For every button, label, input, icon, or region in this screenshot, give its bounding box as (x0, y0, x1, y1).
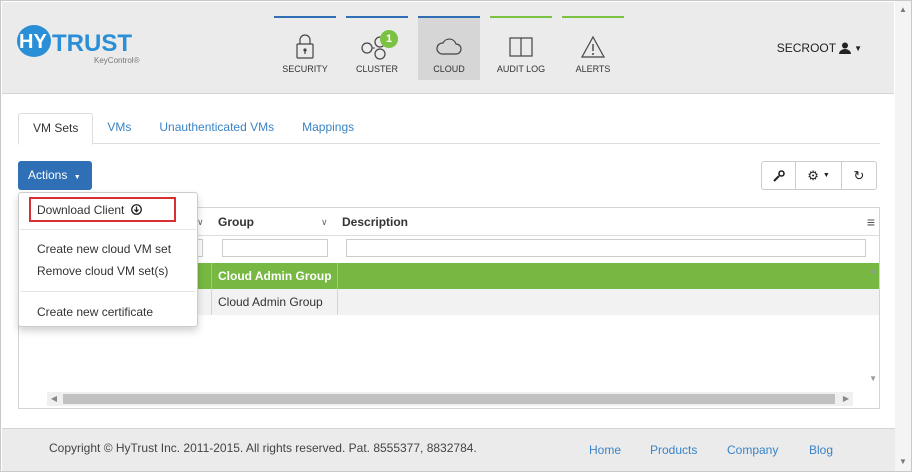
settings-button[interactable]: ⚙ ▼ (796, 162, 842, 189)
logo-subtitle: KeyControl® (94, 56, 140, 65)
scroll-down-icon[interactable]: ▼ (869, 374, 877, 383)
caret-down-icon: ▼ (822, 172, 830, 179)
group-filter-input[interactable] (222, 239, 328, 257)
menu-item-label: Download Client (37, 203, 125, 217)
svg-text:HY: HY (19, 31, 47, 53)
scroll-up-icon[interactable]: ▲ (869, 266, 877, 275)
nav-indicator (490, 16, 552, 18)
menu-item-create-vm-set[interactable]: Create new cloud VM set (37, 242, 171, 256)
column-divider (337, 263, 338, 289)
column-header-description[interactable]: Description (342, 208, 408, 236)
footer-link-products[interactable]: Products (650, 443, 697, 457)
user-menu[interactable]: SECROOT ▼ (777, 41, 862, 55)
menu-item-create-certificate[interactable]: Create new certificate (37, 305, 153, 319)
wrench-icon (772, 169, 785, 182)
tab-bar: VM Sets VMs Unauthenticated VMs Mappings (18, 113, 880, 145)
footer-link-home[interactable]: Home (589, 443, 621, 457)
hytrust-logo-mark: HY TRUST (17, 25, 132, 57)
nav-security-label: SECURITY (282, 64, 328, 74)
group-cell: Cloud Admin Group (218, 295, 323, 309)
svg-text:TRUST: TRUST (52, 30, 132, 57)
footer: Copyright © HyTrust Inc. 2011-2015. All … (2, 428, 896, 471)
group-cell: Cloud Admin Group (218, 269, 332, 283)
lock-icon (274, 34, 336, 60)
actions-label: Actions (28, 168, 68, 182)
column-divider (337, 289, 338, 315)
wrench-button[interactable] (762, 162, 796, 189)
cluster-icon (346, 34, 408, 60)
column-header-group[interactable]: Group (218, 208, 254, 236)
grid-toolbar: ⚙ ▼ ↻ (761, 161, 877, 190)
scroll-down-icon[interactable]: ▼ (899, 457, 907, 466)
page-scrollbar[interactable]: ▲ ▼ (895, 1, 911, 471)
cloud-icon (418, 34, 480, 60)
horizontal-scrollbar[interactable]: ◀ ▶ (47, 392, 853, 406)
scroll-left-icon[interactable]: ◀ (47, 392, 61, 406)
nav-audit-log-label: AUDIT LOG (496, 64, 546, 74)
tab-vm-sets[interactable]: VM Sets (18, 113, 94, 145)
footer-link-blog[interactable]: Blog (809, 443, 833, 457)
nav-indicator (562, 16, 624, 18)
scroll-right-icon[interactable]: ▶ (839, 392, 853, 406)
actions-button[interactable]: Actions ▼ (18, 161, 92, 190)
sort-icon[interactable]: ∨ (321, 208, 328, 236)
download-icon (130, 204, 142, 215)
nav-cluster[interactable]: 1 CLUSTER (346, 16, 408, 80)
user-icon (839, 42, 852, 54)
nav-cloud[interactable]: CLOUD (418, 16, 480, 80)
column-menu-icon[interactable]: ≡ (867, 208, 875, 236)
nav-indicator (418, 16, 480, 18)
nav-alerts[interactable]: ALERTS (562, 16, 624, 80)
nav-alerts-label: ALERTS (575, 64, 611, 74)
nav-security[interactable]: SECURITY (274, 16, 336, 80)
app-window: HY TRUST KeyControl® SECURITY 1 CLUSTER (0, 0, 912, 472)
refresh-button[interactable]: ↻ (842, 162, 876, 189)
column-divider (211, 289, 212, 315)
tab-mappings[interactable]: Mappings (288, 113, 368, 144)
header: HY TRUST KeyControl® SECURITY 1 CLUSTER (2, 2, 894, 94)
main-nav: SECURITY 1 CLUSTER CLOUD AUDIT LOG ALERT… (274, 16, 634, 80)
nav-indicator (274, 16, 336, 18)
actions-dropdown-menu: Download Client Create new cloud VM set … (18, 192, 198, 327)
nav-indicator (346, 16, 408, 18)
tab-vms[interactable]: VMs (93, 113, 145, 144)
scroll-up-icon[interactable]: ▲ (899, 5, 907, 14)
description-filter-input[interactable] (346, 239, 866, 257)
book-icon (490, 34, 552, 60)
refresh-icon: ↻ (853, 167, 865, 183)
nav-cluster-label: CLUSTER (355, 64, 398, 74)
scrollbar-thumb[interactable] (63, 394, 835, 404)
warning-icon (562, 34, 624, 60)
menu-item-remove-vm-set[interactable]: Remove cloud VM set(s) (37, 264, 168, 278)
menu-divider (20, 291, 196, 292)
menu-item-download-client[interactable]: Download Client (37, 203, 142, 217)
column-divider (211, 263, 212, 289)
gear-icon: ⚙ (807, 167, 819, 183)
menu-divider (20, 229, 196, 230)
copyright-text: Copyright © HyTrust Inc. 2011-2015. All … (49, 441, 477, 455)
footer-link-company[interactable]: Company (727, 443, 778, 457)
tab-unauthenticated-vms[interactable]: Unauthenticated VMs (145, 113, 288, 144)
cluster-alert-badge: 1 (380, 30, 398, 48)
nav-audit-log[interactable]: AUDIT LOG (490, 16, 552, 80)
user-name: SECROOT (776, 41, 837, 55)
caret-down-icon: ▼ (73, 174, 81, 181)
caret-down-icon: ▼ (854, 43, 862, 53)
hytrust-logo[interactable]: HY TRUST KeyControl® (16, 24, 146, 74)
nav-cloud-label: CLOUD (433, 64, 465, 74)
